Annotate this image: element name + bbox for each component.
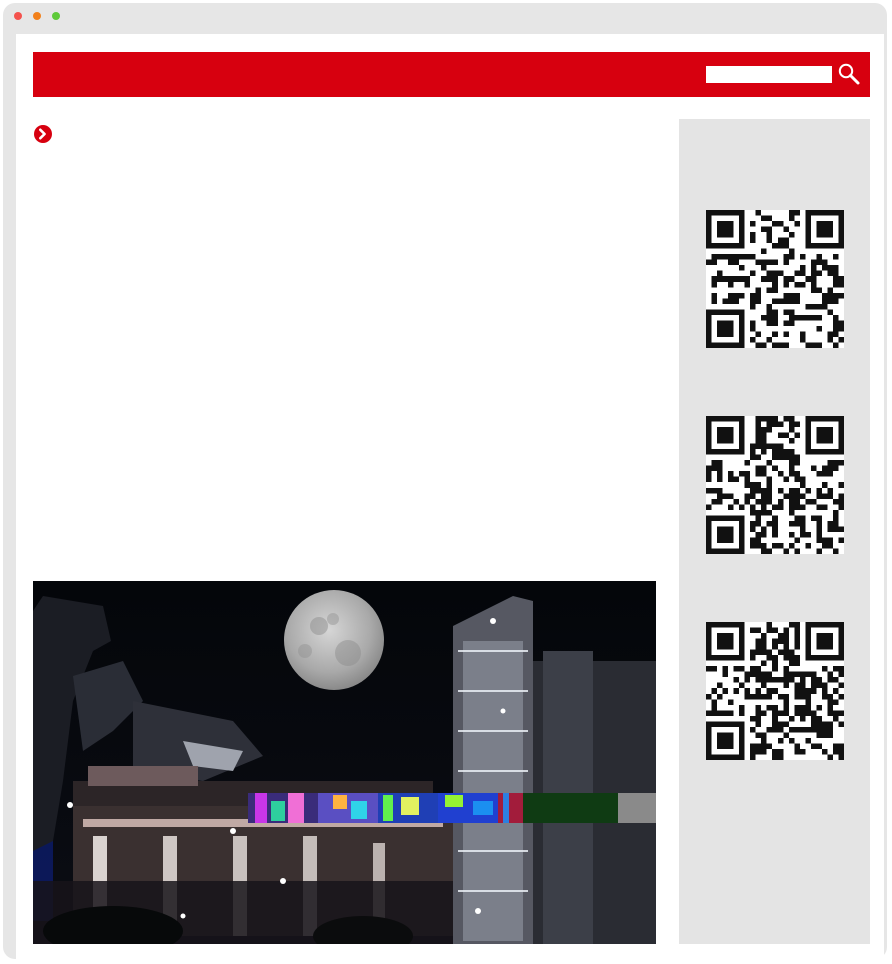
web-page <box>16 34 884 959</box>
qr-code <box>706 416 844 554</box>
qr-code <box>706 622 844 760</box>
close-window-button[interactable] <box>14 12 22 20</box>
qr-code <box>706 210 844 348</box>
search-input[interactable] <box>706 66 832 83</box>
minimize-window-button[interactable] <box>33 12 41 20</box>
qr-code-image <box>706 622 844 760</box>
browser-window <box>3 3 887 959</box>
chevron-right-circle-icon <box>34 125 52 143</box>
search-button[interactable] <box>837 62 861 86</box>
factory-night-photo-image <box>33 581 656 944</box>
qr-code-image <box>706 210 844 348</box>
header-bar <box>33 52 870 97</box>
window-controls <box>14 12 60 20</box>
sidebar <box>679 119 870 944</box>
qr-code-image <box>706 416 844 554</box>
search-icon <box>838 63 860 85</box>
factory-night-photo <box>33 581 656 944</box>
maximize-window-button[interactable] <box>52 12 60 20</box>
